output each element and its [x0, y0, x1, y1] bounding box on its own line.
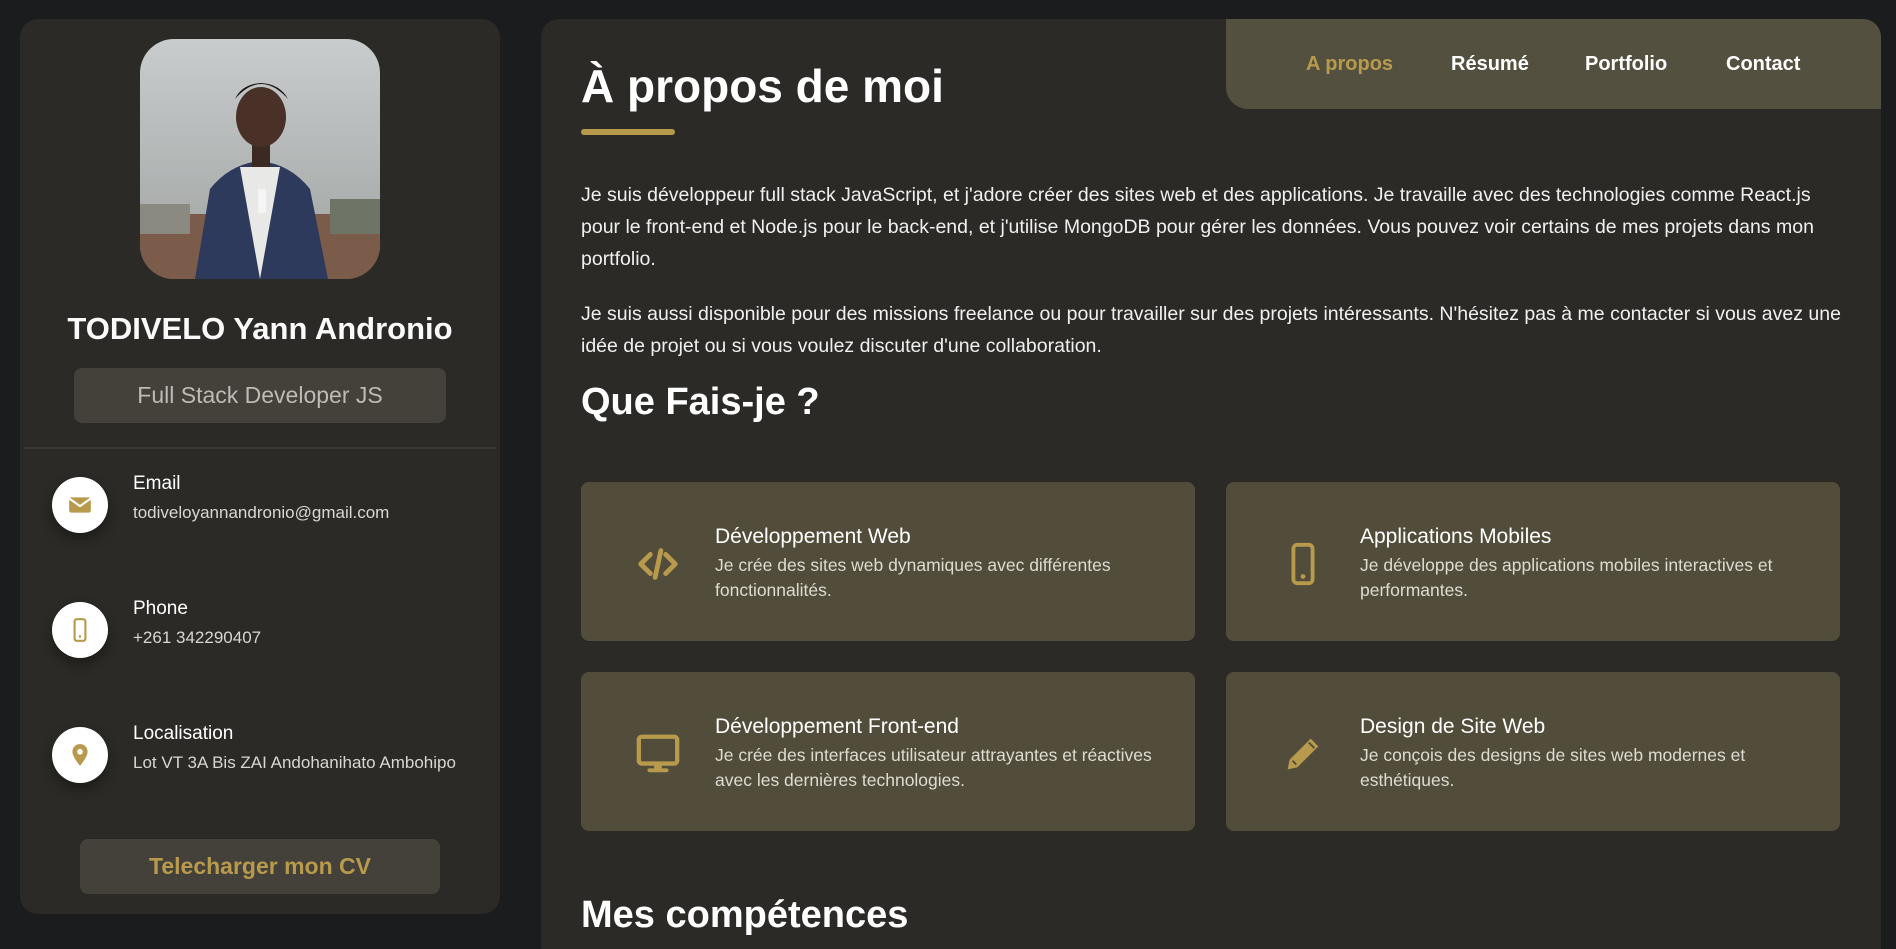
contact-location: Localisation Lot VT 3A Bis ZAI Andohanih…	[52, 723, 472, 793]
service-card-frontend: Développement Front-end Je crée des inte…	[581, 672, 1195, 831]
phone-icon	[52, 602, 108, 658]
contact-email-title: Email	[133, 473, 181, 494]
service-description: Je développe des applications mobiles in…	[1360, 555, 1773, 600]
profile-photo-image	[140, 39, 380, 279]
service-title: Applications Mobiles	[1360, 525, 1552, 548]
service-description: Je crée des sites web dynamiques avec di…	[715, 555, 1111, 600]
main-content: A propos Résumé Portfolio Contact À prop…	[541, 19, 1881, 949]
services-title: Que Fais-je ?	[581, 381, 820, 423]
profile-name: TODIVELO Yann Andronio	[67, 311, 453, 346]
envelope-icon	[52, 477, 108, 533]
service-description: Je crée des interfaces utilisateur attra…	[715, 745, 1152, 790]
nav-item-contact[interactable]: Contact	[1726, 53, 1800, 76]
monitor-icon	[633, 729, 683, 779]
page-title: À propos de moi	[581, 60, 944, 112]
nav-item-resume[interactable]: Résumé	[1451, 53, 1529, 76]
skills-title: Mes compétences	[581, 894, 909, 936]
contact-location-title: Localisation	[133, 723, 234, 744]
code-icon	[633, 539, 683, 589]
contact-phone: Phone +261 342290407	[52, 598, 472, 668]
service-title: Développement Front-end	[715, 715, 959, 738]
service-card-mobile: Applications Mobiles Je développe des ap…	[1226, 482, 1840, 641]
service-card-web: Développement Web Je crée des sites web …	[581, 482, 1195, 641]
profile-photo	[140, 39, 380, 279]
service-description: Je conçois des designs de sites web mode…	[1360, 745, 1746, 790]
mobile-icon	[1278, 539, 1328, 589]
about-paragraph-1: Je suis développeur full stack JavaScrip…	[581, 184, 1814, 270]
profile-role-badge: Full Stack Developer JS	[74, 368, 446, 423]
top-navbar: A propos Résumé Portfolio Contact	[1226, 19, 1881, 109]
contact-email-value[interactable]: todiveloyannandronio@gmail.com	[133, 503, 389, 523]
profile-sidebar: TODIVELO Yann Andronio Full Stack Develo…	[20, 19, 500, 914]
download-cv-button[interactable]: Telecharger mon CV	[80, 839, 440, 894]
sidebar-divider	[24, 447, 496, 449]
contact-email: Email todiveloyannandronio@gmail.com	[52, 473, 472, 543]
map-pin-icon	[52, 727, 108, 783]
service-title: Design de Site Web	[1360, 715, 1546, 738]
about-paragraph-2: Je suis aussi disponible pour des missio…	[581, 303, 1841, 357]
nav-item-about[interactable]: A propos	[1306, 53, 1393, 76]
pencil-icon	[1278, 729, 1328, 779]
contact-location-value: Lot VT 3A Bis ZAI Andohanihato Ambohipo	[133, 753, 456, 772]
nav-item-portfolio[interactable]: Portfolio	[1585, 53, 1667, 76]
contact-phone-value[interactable]: +261 342290407	[133, 628, 261, 648]
service-title: Développement Web	[715, 525, 911, 548]
contact-phone-title: Phone	[133, 598, 188, 619]
title-underline	[581, 129, 675, 135]
service-card-design: Design de Site Web Je conçois des design…	[1226, 672, 1840, 831]
